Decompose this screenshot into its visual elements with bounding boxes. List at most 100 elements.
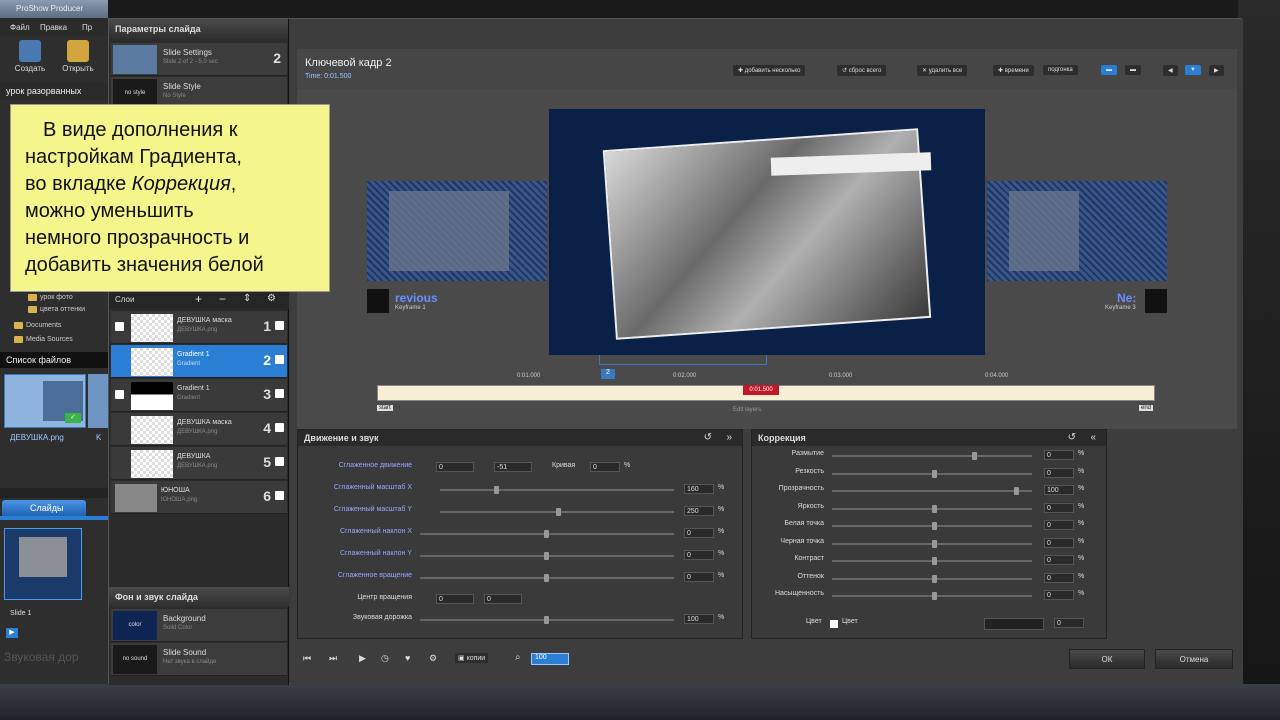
slider-knob[interactable]: [932, 522, 937, 530]
next-keyframe-icon[interactable]: ▶: [1209, 65, 1224, 76]
next-icon[interactable]: [1145, 289, 1167, 313]
time-button[interactable]: ✚ времени: [993, 65, 1034, 76]
main-window-title: ProShow Producer: [0, 0, 108, 18]
view-toggle-icon[interactable]: ▬: [1101, 65, 1117, 75]
copy-button[interactable]: ▣ копии: [455, 653, 489, 663]
prev-keyframe-icon[interactable]: ◀: [1163, 65, 1178, 76]
layer-row[interactable]: ЮНОША ЮНОША.png 6: [111, 481, 287, 514]
slide-preview[interactable]: [549, 109, 985, 355]
folder-item[interactable]: Media Sources: [14, 336, 73, 343]
main-window: ProShow Producer Файл Правка Пр Создать …: [0, 0, 108, 684]
slider-knob[interactable]: [972, 452, 977, 460]
current-time-marker[interactable]: 0:01.500: [743, 385, 779, 395]
delete-all-button[interactable]: ✕ удалить все: [917, 65, 968, 76]
slider-knob[interactable]: [932, 504, 937, 513]
correction-row: Насыщенность 0%: [774, 590, 1085, 600]
keyframe-marker[interactable]: 2: [601, 369, 615, 379]
correction-row: Черная точка 0%: [780, 537, 1085, 548]
skip-forward-icon[interactable]: ⏭: [329, 653, 337, 664]
view-toggle-icon[interactable]: ▬: [1125, 65, 1141, 75]
panel-title: Параметры слайда: [109, 19, 288, 39]
correction-row: Яркость 0%: [797, 502, 1085, 513]
add-several-button[interactable]: ✚ добавить несколько: [733, 65, 806, 76]
layer-checkbox[interactable]: [115, 322, 124, 331]
keyframe-title: Ключевой кадр 2: [305, 57, 392, 69]
cancel-button[interactable]: Отмена: [1155, 649, 1233, 669]
fit-button[interactable]: подгонка: [1043, 65, 1078, 75]
slide-thumbnail[interactable]: [4, 528, 82, 600]
clock-icon[interactable]: ◷: [381, 653, 389, 664]
layer-visible-checkbox[interactable]: [275, 491, 284, 500]
gear-icon[interactable]: ⚙: [267, 293, 276, 304]
slider-knob[interactable]: [932, 469, 937, 478]
folder-icon: [28, 306, 37, 313]
reset-icon[interactable]: ↺: [1068, 432, 1076, 443]
zoom-input[interactable]: 100: [531, 653, 569, 665]
desktop-background: [1238, 0, 1280, 720]
slider-knob[interactable]: [1014, 487, 1019, 495]
motion-row: Сглаженное вращение 0 %: [337, 572, 725, 582]
layer-row[interactable]: ДЕВУШКА ДЕВУШКА.png 5: [111, 447, 287, 480]
color-swatch[interactable]: [984, 618, 1044, 630]
remove-layer-icon[interactable]: −: [219, 292, 226, 306]
layer-checkbox[interactable]: [115, 390, 124, 399]
layer-visible-checkbox[interactable]: [275, 389, 284, 398]
folder-item[interactable]: урок фото: [28, 294, 73, 301]
layer-visible-checkbox[interactable]: [275, 423, 284, 432]
file-thumbnail[interactable]: ✓: [4, 374, 86, 428]
slide-sound-row[interactable]: no sound Slide Sound Нет звука в слайде: [111, 643, 287, 676]
slider-knob[interactable]: [556, 508, 561, 516]
play-icon[interactable]: ▶: [6, 628, 18, 638]
slider-knob[interactable]: [494, 486, 499, 494]
next-keyframe-thumb[interactable]: [987, 181, 1167, 281]
file-thumbnail[interactable]: [88, 374, 108, 428]
next-sub: Keyframe 3: [1105, 305, 1136, 311]
folder-item[interactable]: Documents: [14, 322, 61, 329]
heart-icon[interactable]: ♥: [405, 653, 410, 663]
slider-knob[interactable]: [932, 574, 937, 583]
gear-icon[interactable]: ⚙: [429, 653, 437, 664]
motion-row: Центр вращения 0 0: [298, 594, 742, 606]
reset-icon[interactable]: ↺: [704, 432, 712, 443]
menu-file[interactable]: Файл: [10, 23, 30, 32]
ok-button[interactable]: ОК: [1069, 649, 1145, 669]
layer-visible-checkbox[interactable]: [275, 321, 284, 330]
slide-settings-row[interactable]: Slide Settings Slide 2 of 2 - 5.0 sec 2: [111, 43, 287, 76]
next-label: Ne:: [1117, 291, 1137, 305]
slider-knob[interactable]: [932, 557, 937, 565]
folder-item[interactable]: цвета оттенки: [28, 306, 85, 313]
layer-row-selected[interactable]: Gradient 1 Gradient 2: [111, 345, 287, 378]
zoom-icon[interactable]: ⌕: [515, 652, 521, 663]
menu-more[interactable]: Пр: [82, 23, 92, 32]
collapse-icon[interactable]: «: [1090, 432, 1096, 443]
layer-row[interactable]: ДЕВУШКА маска ДЕВУШКА.png 1: [111, 311, 287, 344]
slider-knob[interactable]: [932, 592, 937, 600]
slider-knob[interactable]: [544, 574, 549, 582]
previous-keyframe-thumb[interactable]: [367, 181, 547, 281]
tab-slides[interactable]: Слайды: [2, 500, 86, 516]
create-button[interactable]: Создать: [8, 40, 52, 73]
slider-knob[interactable]: [932, 539, 937, 548]
motion-row: Сглаженный масштаб Y 250 %: [333, 506, 725, 516]
move-layer-icon[interactable]: ⇕: [243, 293, 251, 304]
collapse-icon[interactable]: »: [726, 432, 732, 443]
open-button[interactable]: Открыть: [56, 40, 100, 73]
skip-back-icon[interactable]: ⏮: [303, 653, 311, 664]
open-folder-icon: [67, 40, 89, 62]
layer-row[interactable]: ДЕВУШКА маска ДЕВУШКА.png 4: [111, 413, 287, 446]
slider-knob[interactable]: [544, 530, 549, 538]
background-row[interactable]: color Background Solid Color: [111, 609, 287, 642]
add-layer-icon[interactable]: +: [195, 292, 202, 306]
check-icon: ✓: [65, 413, 81, 423]
play-icon[interactable]: ▶: [359, 653, 366, 664]
layer-visible-checkbox[interactable]: [275, 457, 284, 466]
previous-icon[interactable]: [367, 289, 389, 313]
menu-edit[interactable]: Правка: [40, 23, 67, 32]
layer-row[interactable]: Gradient 1 Gradient 3: [111, 379, 287, 412]
color-checkbox[interactable]: [830, 620, 838, 628]
slider-knob[interactable]: [544, 616, 549, 624]
slider-knob[interactable]: [544, 552, 549, 560]
keyframe-icon[interactable]: ▼: [1185, 65, 1201, 75]
layer-visible-checkbox[interactable]: [275, 355, 284, 364]
reset-all-button[interactable]: ↺ сброс всего: [837, 65, 887, 76]
